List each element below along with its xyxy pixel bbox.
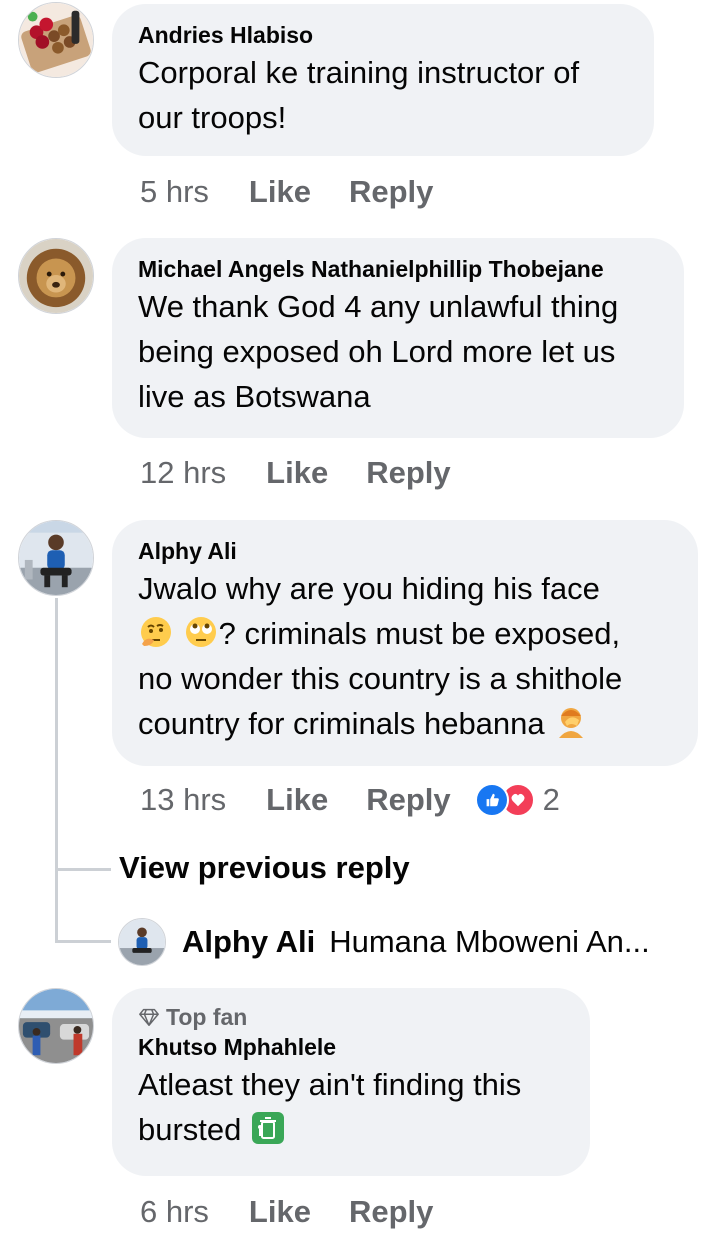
- like-button[interactable]: Like: [266, 455, 328, 491]
- comments-page: Andries Hlabiso Corporal ke training ins…: [0, 0, 720, 1248]
- comment-text-fragment: country for criminals hebanna: [138, 706, 545, 741]
- avatar-image: [19, 3, 93, 77]
- comment-author[interactable]: Andries Hlabiso: [138, 20, 628, 50]
- comment-author[interactable]: Michael Angels Nathanielphillip Thobejan…: [138, 254, 658, 284]
- comment-text: We thank God 4 any unlawful thing being …: [138, 289, 619, 414]
- comment-bubble-alphy: Alphy Ali Jwalo why are you hiding his f…: [112, 520, 698, 766]
- comment-time[interactable]: 13 hrs: [140, 782, 226, 818]
- like-button[interactable]: Like: [249, 1194, 311, 1230]
- comment-text: Jwalo why are you hiding his face ? crim…: [138, 566, 672, 746]
- comment-text-line: Jwalo why are you hiding his face: [138, 571, 600, 606]
- thread-line-vertical: [55, 598, 58, 942]
- reply-text[interactable]: Humana Mboweni An...: [329, 924, 650, 960]
- comment-bubble-andries: Andries Hlabiso Corporal ke training ins…: [112, 4, 654, 156]
- reply-button[interactable]: Reply: [366, 455, 450, 491]
- like-button[interactable]: Like: [249, 174, 311, 210]
- avatar-image: [19, 239, 93, 313]
- comment-author[interactable]: Khutso Mphahlele: [138, 1032, 564, 1062]
- avatar-image: [19, 989, 93, 1063]
- comment-bubble-michael: Michael Angels Nathanielphillip Thobejan…: [112, 238, 684, 438]
- diamond-icon: [139, 1008, 159, 1026]
- reply-preview[interactable]: Alphy Ali Humana Mboweni An...: [118, 918, 650, 966]
- comment-time[interactable]: 6 hrs: [140, 1194, 209, 1230]
- reactions-summary[interactable]: 2: [474, 782, 560, 818]
- reply-button[interactable]: Reply: [366, 782, 450, 818]
- reply-avatar[interactable]: [118, 918, 166, 966]
- avatar-image: [19, 521, 93, 595]
- comment-text-fragment: bursted: [138, 1112, 242, 1147]
- rolling-eyes-icon: [183, 614, 219, 650]
- like-button[interactable]: Like: [266, 782, 328, 818]
- comment-text-fragment: ? criminals must be exposed,: [218, 616, 621, 651]
- litter-bin-icon: [250, 1110, 286, 1146]
- top-fan-badge: Top fan: [138, 1002, 564, 1032]
- reply-author[interactable]: Alphy Ali: [182, 924, 315, 960]
- comment-text: Corporal ke training instructor of our t…: [138, 55, 580, 135]
- comment-text-line: country for criminals hebanna: [138, 701, 672, 746]
- comment-text-line: Atleast they ain't finding this: [138, 1067, 522, 1102]
- thread-connector-2: [55, 940, 111, 943]
- view-previous-reply-link[interactable]: View previous reply: [119, 850, 410, 886]
- comment-actions: 13 hrs Like Reply 2: [140, 780, 560, 820]
- top-fan-label: Top fan: [166, 1004, 248, 1030]
- comment-text: Atleast they ain't finding this bursted: [138, 1062, 564, 1152]
- comment-text-line: no wonder this country is a shithole: [138, 661, 623, 696]
- avatar-alphy[interactable]: [18, 520, 94, 596]
- like-reaction-icon: [474, 783, 509, 817]
- comment-time[interactable]: 12 hrs: [140, 455, 226, 491]
- avatar-image: [119, 919, 165, 965]
- reply-button[interactable]: Reply: [349, 174, 433, 210]
- comment-actions: 6 hrs Like Reply: [140, 1192, 433, 1232]
- comment-actions: 5 hrs Like Reply: [140, 172, 433, 212]
- thinking-face-icon: [138, 614, 174, 650]
- avatar-michael[interactable]: [18, 238, 94, 314]
- avatar-andries[interactable]: [18, 2, 94, 78]
- comment-bubble-khutso: Top fan Khutso Mphahlele Atleast they ai…: [112, 988, 590, 1176]
- thread-connector-1: [55, 868, 111, 871]
- avatar-khutso[interactable]: [18, 988, 94, 1064]
- comment-text-line: bursted: [138, 1107, 564, 1152]
- facepalm-icon: [553, 704, 589, 740]
- reply-button[interactable]: Reply: [349, 1194, 433, 1230]
- reaction-count: 2: [542, 782, 560, 817]
- comment-actions: 12 hrs Like Reply: [140, 453, 451, 493]
- comment-time[interactable]: 5 hrs: [140, 174, 209, 210]
- comment-author[interactable]: Alphy Ali: [138, 536, 672, 566]
- comment-text-line: ? criminals must be exposed,: [138, 611, 672, 656]
